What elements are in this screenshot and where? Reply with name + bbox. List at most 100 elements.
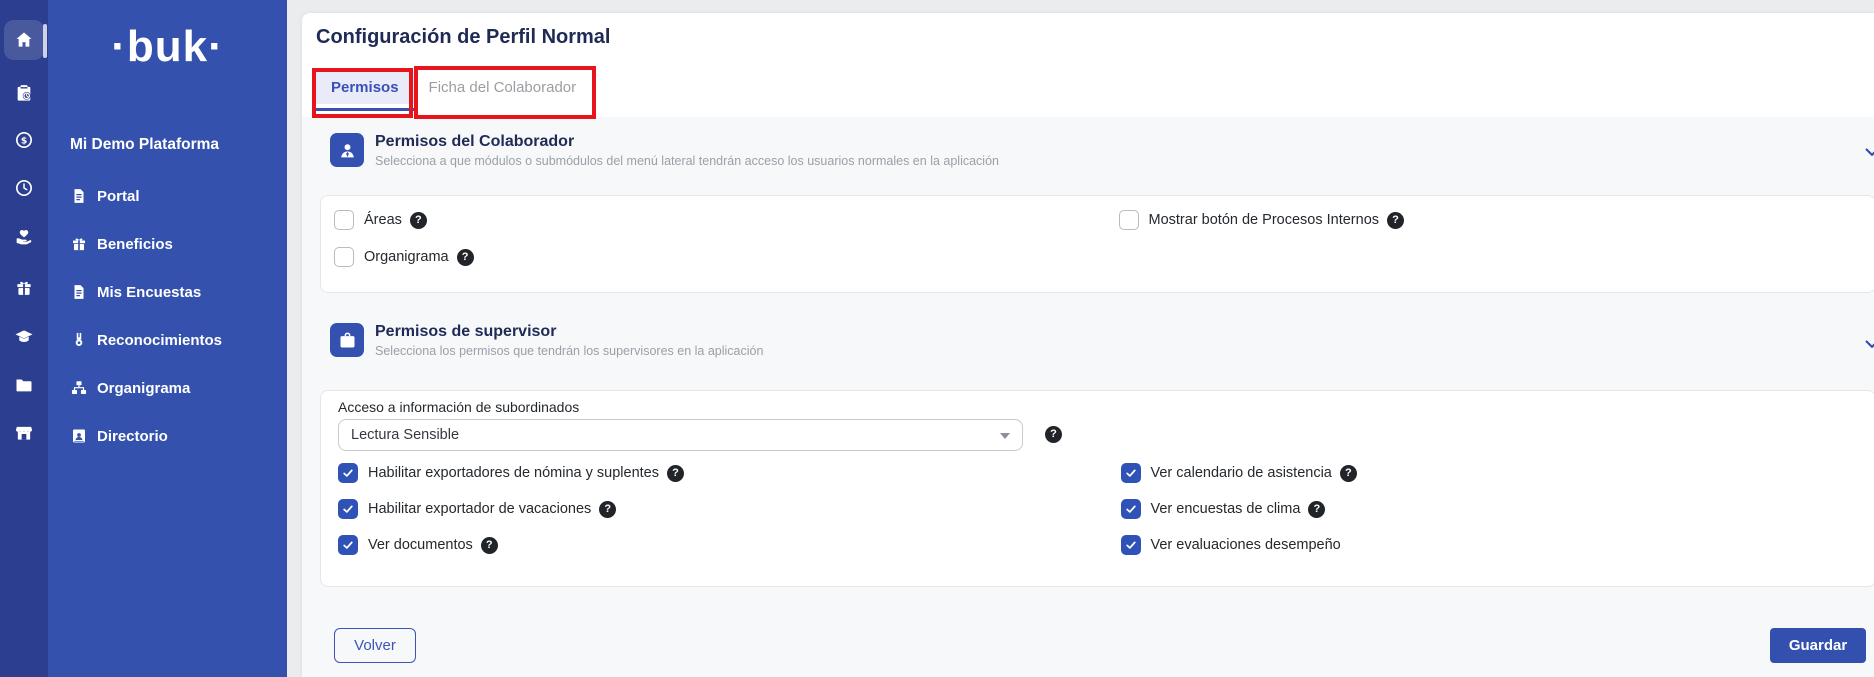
sidebar-item-label: Portal bbox=[97, 188, 140, 205]
briefcase-icon bbox=[330, 323, 364, 357]
acceso-subordinados-select[interactable]: Lectura Sensible bbox=[338, 419, 1023, 451]
folder-icon[interactable] bbox=[14, 375, 34, 395]
rail-scroll-indicator bbox=[43, 24, 47, 58]
select-value: Lectura Sensible bbox=[351, 427, 459, 443]
help-icon[interactable]: ? bbox=[1308, 501, 1325, 518]
checkbox-row: Ver evaluaciones desempeño bbox=[1121, 535, 1856, 555]
help-icon[interactable]: ? bbox=[599, 501, 616, 518]
main-area: Configuración de Perfil Normal Permisos … bbox=[287, 0, 1874, 677]
page-title: Configuración de Perfil Normal bbox=[316, 26, 610, 49]
checkbox[interactable] bbox=[334, 247, 354, 267]
rail-active-item[interactable] bbox=[4, 20, 44, 60]
home-icon[interactable] bbox=[14, 30, 34, 50]
help-icon[interactable]: ? bbox=[667, 465, 684, 482]
section-header-permisos-supervisor: Permisos de supervisor Selecciona los pe… bbox=[330, 323, 763, 358]
tab-permisos[interactable]: Permisos bbox=[316, 71, 414, 111]
section-title: Permisos de supervisor bbox=[375, 323, 763, 341]
clock-icon[interactable] bbox=[14, 178, 34, 198]
sidebar-item-label: Reconocimientos bbox=[97, 332, 222, 349]
tab-label: Ficha del Colaborador bbox=[414, 71, 592, 104]
money-circle-icon[interactable]: $ bbox=[14, 130, 34, 150]
sidebar-item-label: Beneficios bbox=[97, 236, 173, 253]
checkbox-label: Ver calendario de asistencia bbox=[1151, 465, 1332, 481]
buk-logo: ·buk· bbox=[48, 22, 287, 72]
dropdown-label: Acceso a información de subordinados bbox=[338, 399, 579, 415]
volver-button[interactable]: Volver bbox=[334, 628, 416, 663]
guardar-button[interactable]: Guardar bbox=[1770, 628, 1866, 663]
checkbox-column-right: Mostrar botón de Procesos Internos? bbox=[1095, 210, 1856, 267]
checkbox-label: Ver documentos bbox=[368, 537, 473, 553]
help-icon[interactable]: ? bbox=[1387, 212, 1404, 229]
checkbox[interactable] bbox=[338, 499, 358, 519]
tab-label: Permisos bbox=[316, 71, 414, 104]
checkbox-label: Áreas bbox=[364, 212, 402, 228]
section-subtitle: Selecciona a que módulos o submódulos de… bbox=[375, 154, 999, 168]
document-icon bbox=[70, 283, 88, 301]
sidebar-item-reconocimientos[interactable]: Reconocimientos bbox=[48, 316, 287, 364]
checkbox-label: Organigrama bbox=[364, 249, 449, 265]
contact-card-icon bbox=[70, 427, 88, 445]
checkbox-label: Ver encuestas de clima bbox=[1151, 501, 1301, 517]
checkbox-row: Ver documentos? bbox=[338, 535, 1097, 555]
checkbox-column-right: Ver calendario de asistencia?Ver encuest… bbox=[1097, 463, 1856, 555]
sidebar-item-label: Directorio bbox=[97, 428, 168, 445]
checkbox-row: Organigrama? bbox=[334, 247, 1095, 267]
checkbox[interactable] bbox=[334, 210, 354, 230]
checkbox-label: Mostrar botón de Procesos Internos bbox=[1149, 212, 1380, 228]
sidebar-item-directorio[interactable]: Directorio bbox=[48, 412, 287, 460]
permisos-colaborador-panel: Áreas?Organigrama? Mostrar botón de Proc… bbox=[320, 195, 1874, 293]
checkbox-row: Áreas? bbox=[334, 210, 1095, 230]
tab-bar: Permisos Ficha del Colaborador bbox=[316, 71, 591, 111]
checkbox-row: Ver calendario de asistencia? bbox=[1121, 463, 1856, 483]
checkbox-column-left: Habilitar exportadores de nómina y suple… bbox=[338, 463, 1097, 555]
checkbox[interactable] bbox=[1119, 210, 1139, 230]
help-icon[interactable]: ? bbox=[481, 537, 498, 554]
checkbox-row: Habilitar exportador de vacaciones? bbox=[338, 499, 1097, 519]
sidebar-menu: Portal Beneficios Mis Encuestas Reconocimie… bbox=[48, 172, 287, 460]
sidebar-item-label: Organigrama bbox=[97, 380, 190, 397]
company-name: Mi Demo Plataforma bbox=[70, 136, 219, 154]
svg-text:$: $ bbox=[21, 135, 27, 146]
checkbox-row: Mostrar botón de Procesos Internos? bbox=[1119, 210, 1856, 230]
medal-icon bbox=[70, 331, 88, 349]
tab-ficha-del-colaborador[interactable]: Ficha del Colaborador bbox=[414, 71, 592, 111]
gift-icon[interactable] bbox=[14, 278, 34, 298]
checkbox-label: Habilitar exportador de vacaciones bbox=[368, 501, 591, 517]
gift-icon bbox=[70, 235, 88, 253]
permisos-supervisor-panel: Acceso a información de subordinados Lec… bbox=[320, 390, 1874, 587]
clipboard-clock-icon[interactable] bbox=[14, 83, 34, 103]
chevron-down-icon[interactable] bbox=[1862, 334, 1874, 354]
chevron-down-icon[interactable] bbox=[1862, 142, 1874, 162]
checkbox-row: Ver encuestas de clima? bbox=[1121, 499, 1856, 519]
graduation-cap-icon[interactable] bbox=[14, 327, 34, 347]
sidebar-item-organigrama[interactable]: Organigrama bbox=[48, 364, 287, 412]
help-icon[interactable]: ? bbox=[1045, 426, 1062, 443]
help-icon[interactable]: ? bbox=[1340, 465, 1357, 482]
storefront-icon[interactable] bbox=[14, 423, 34, 443]
icon-rail: $ bbox=[0, 0, 48, 677]
checkbox[interactable] bbox=[338, 463, 358, 483]
document-icon bbox=[70, 187, 88, 205]
checkbox[interactable] bbox=[1121, 463, 1141, 483]
org-chart-icon bbox=[70, 379, 88, 397]
checkbox-row: Habilitar exportadores de nómina y suple… bbox=[338, 463, 1097, 483]
tab-active-underline bbox=[316, 108, 414, 111]
checkbox[interactable] bbox=[1121, 499, 1141, 519]
sidebar-item-portal[interactable]: Portal bbox=[48, 172, 287, 220]
checkbox-column-left: Áreas?Organigrama? bbox=[334, 210, 1095, 267]
checkbox[interactable] bbox=[1121, 535, 1141, 555]
user-badge-icon bbox=[330, 133, 364, 167]
help-icon[interactable]: ? bbox=[410, 212, 427, 229]
caret-down-icon bbox=[1000, 433, 1010, 439]
checkbox[interactable] bbox=[338, 535, 358, 555]
section-header-permisos-colaborador: Permisos del Colaborador Selecciona a qu… bbox=[330, 133, 999, 168]
hand-heart-icon[interactable] bbox=[14, 227, 34, 247]
checkbox-label: Ver evaluaciones desempeño bbox=[1151, 537, 1341, 553]
checkbox-label: Habilitar exportadores de nómina y suple… bbox=[368, 465, 659, 481]
sidebar-item-beneficios[interactable]: Beneficios bbox=[48, 220, 287, 268]
help-icon[interactable]: ? bbox=[457, 249, 474, 266]
section-title: Permisos del Colaborador bbox=[375, 133, 999, 151]
tab-underline bbox=[414, 108, 592, 111]
sidebar-item-mis-encuestas[interactable]: Mis Encuestas bbox=[48, 268, 287, 316]
sidebar-item-label: Mis Encuestas bbox=[97, 284, 201, 301]
